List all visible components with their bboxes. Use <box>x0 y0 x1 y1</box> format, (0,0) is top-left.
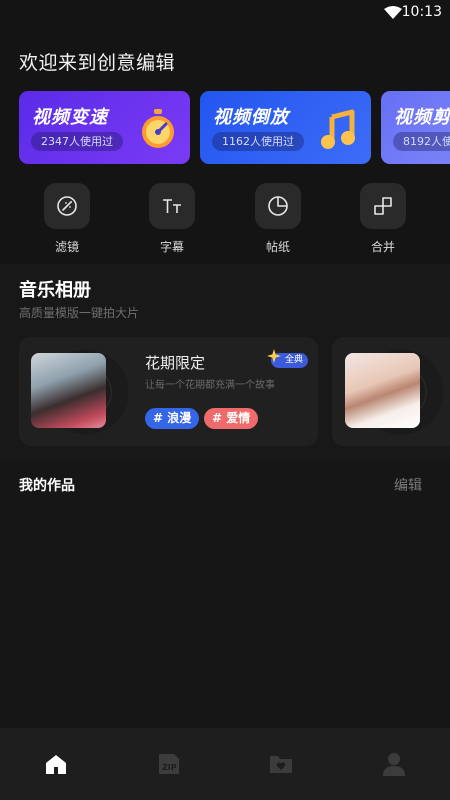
tool-label: 帖纸 <box>265 240 290 254</box>
feature-card-badge: 8192人使用 <box>393 132 450 151</box>
album-card[interactable] <box>332 337 450 446</box>
album-cover-image <box>345 353 420 428</box>
album-name: 花期限定 <box>145 354 206 372</box>
page-title: 欢迎来到创意编辑 <box>19 52 176 74</box>
nav-profile[interactable] <box>379 750 409 778</box>
tool-label: 字幕 <box>159 240 184 254</box>
nav-zip[interactable]: ZIP <box>154 750 184 778</box>
tool-label: 合并 <box>370 240 395 254</box>
edit-button[interactable]: 编辑 <box>394 475 422 495</box>
feature-card-title: 视频剪 <box>394 107 450 128</box>
stopwatch-icon <box>142 109 174 148</box>
section-subtitle: 高质量模版一键拍大片 <box>19 306 140 320</box>
album-description: 让每一个花期都充满一个故事 <box>145 380 275 391</box>
favorites-folder-icon <box>270 756 292 773</box>
tool-merge[interactable]: 合并 <box>348 183 418 255</box>
album-badge: 全典 <box>267 349 309 368</box>
wifi-icon <box>384 6 402 19</box>
tag-love[interactable]: # 爱情 <box>204 408 259 429</box>
feature-card-reverse[interactable]: 视频倒放 1162人使用过 <box>200 91 371 164</box>
tag-romance[interactable]: # 浪漫 <box>145 408 200 429</box>
feature-card-cut[interactable]: 视频剪 8192人使用 <box>381 91 450 164</box>
merge-icon <box>374 197 392 215</box>
sticker-icon <box>268 196 288 216</box>
zip-icon: ZIP <box>159 754 179 774</box>
tool-subtitle[interactable]: 字幕 <box>137 183 207 255</box>
section-title: 我的作品 <box>19 478 75 494</box>
tool-grid: 滤镜 字幕 帖纸 合并 <box>0 183 450 258</box>
album-cover-image <box>31 353 106 428</box>
sparkle-icon <box>267 349 281 363</box>
nav-home[interactable] <box>41 750 71 778</box>
filter-wand-icon <box>57 196 77 216</box>
my-works-section: 我的作品 编辑 <box>0 462 450 728</box>
music-note-icon <box>321 109 355 149</box>
status-time: 10:13 <box>401 4 442 20</box>
profile-icon <box>383 753 405 776</box>
feature-card-title: 视频变速 <box>32 107 108 128</box>
tool-sticker[interactable]: 帖纸 <box>243 183 313 255</box>
home-icon <box>46 755 66 774</box>
status-bar: 10:13 <box>0 0 450 24</box>
feature-card-badge: 1162人使用过 <box>212 132 304 151</box>
feature-card-speed[interactable]: 视频变速 2347人使用过 <box>19 91 190 164</box>
album-card[interactable]: 花期限定 全典 让每一个花期都充满一个故事 # 浪漫 # 爱情 <box>19 337 318 446</box>
music-album-section: 音乐相册 高质量模版一键拍大片 花期限定 全典 让每一个花期都充满一个故事 # … <box>0 264 450 462</box>
text-tt-icon <box>163 199 181 213</box>
svg-text:ZIP: ZIP <box>162 763 177 772</box>
bottom-nav: ZIP <box>0 728 450 800</box>
feature-card-list: 视频变速 2347人使用过 视频倒放 1162人使用过 视频剪 8192人使用 <box>19 91 450 164</box>
nav-favorites[interactable] <box>266 750 296 778</box>
album-badge-label: 全典 <box>285 355 304 365</box>
tool-filter[interactable]: 滤镜 <box>32 183 102 255</box>
feature-card-title: 视频倒放 <box>213 107 289 128</box>
section-title: 音乐相册 <box>19 280 91 301</box>
tool-label: 滤镜 <box>54 240 79 254</box>
feature-card-badge: 2347人使用过 <box>31 132 123 151</box>
